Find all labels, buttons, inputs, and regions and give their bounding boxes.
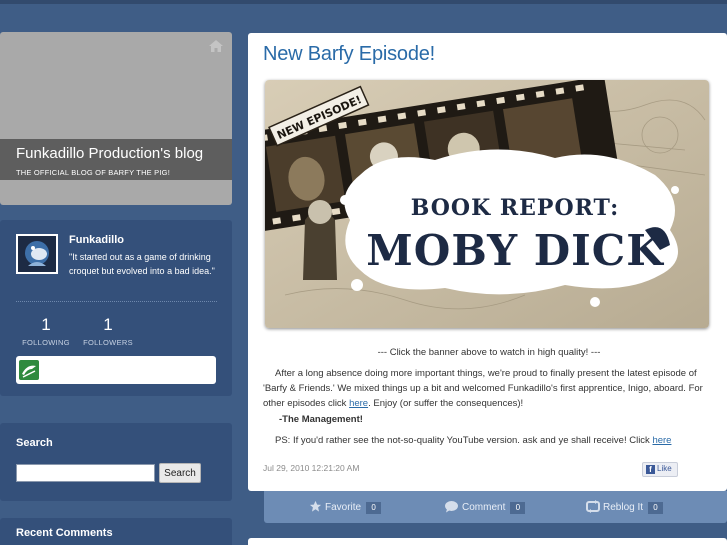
post-ps-text: PS: If you'd rather see the not-so-quali… bbox=[275, 435, 653, 446]
comment-button[interactable]: Comment 0 bbox=[444, 500, 526, 514]
youtube-link[interactable]: here bbox=[652, 435, 671, 446]
post-paragraph: After a long absence doing more importan… bbox=[263, 366, 715, 411]
facebook-like-button[interactable]: f Like bbox=[642, 462, 678, 477]
post-body: --- Click the banner above to watch in h… bbox=[263, 345, 715, 448]
home-icon[interactable] bbox=[208, 38, 224, 54]
post-signoff: -The Management! bbox=[279, 414, 363, 425]
followers-stat[interactable]: 1 FOLLOWERS bbox=[83, 315, 133, 347]
followers-count: 1 bbox=[103, 315, 113, 334]
blog-header: Funkadillo Production's blog THE OFFICIA… bbox=[0, 32, 232, 205]
favorite-count: 0 bbox=[366, 502, 382, 514]
episode-banner[interactable]: NEW EPISODE! BOOK REPORT: MOBY DICK bbox=[265, 80, 709, 328]
profile-name[interactable]: Funkadillo bbox=[69, 234, 124, 246]
blog-subtitle: THE OFFICIAL BLOG OF BARFY THE PIG! bbox=[16, 168, 170, 177]
banner-caption: --- Click the banner above to watch in h… bbox=[377, 347, 601, 358]
followers-label: FOLLOWERS bbox=[83, 338, 133, 347]
search-button[interactable]: Search bbox=[159, 463, 201, 483]
search-widget: Search Search bbox=[0, 423, 232, 501]
star-icon bbox=[309, 500, 322, 512]
top-bar bbox=[0, 0, 727, 4]
post-date[interactable]: Jul 29, 2010 12:21:20 AM bbox=[263, 463, 359, 473]
recent-comments-widget: Recent Comments bbox=[0, 518, 232, 545]
profile-divider bbox=[16, 301, 217, 302]
blog-title[interactable]: Funkadillo Production's blog bbox=[16, 145, 232, 163]
next-post-card bbox=[248, 538, 727, 545]
comment-count: 0 bbox=[510, 502, 526, 514]
facebook-icon: f bbox=[646, 465, 655, 474]
reblog-icon bbox=[586, 500, 600, 513]
post-paragraph-end: . Enjoy (or suffer the consequences)! bbox=[368, 398, 524, 409]
post-ps: PS: If you'd rather see the not-so-quali… bbox=[263, 433, 715, 448]
other-episodes-link[interactable]: here bbox=[349, 398, 368, 409]
recent-comments-title: Recent Comments bbox=[16, 527, 113, 539]
post-actions-bar: Favorite 0 Comment 0 Reblog It 0 bbox=[264, 491, 727, 523]
following-stat[interactable]: 1 FOLLOWING bbox=[21, 315, 71, 347]
avatar[interactable] bbox=[16, 234, 58, 274]
search-input[interactable] bbox=[16, 464, 155, 482]
banner-line1: BOOK REPORT: bbox=[411, 195, 619, 221]
search-title: Search bbox=[16, 437, 53, 449]
follow-plus-icon[interactable] bbox=[19, 360, 39, 380]
reblog-button[interactable]: Reblog It 0 bbox=[586, 500, 664, 514]
favorite-button[interactable]: Favorite 0 bbox=[309, 500, 382, 514]
banner-line2: MOBY DICK bbox=[366, 226, 664, 275]
follow-bar[interactable] bbox=[16, 356, 216, 384]
sidebar: Funkadillo Production's blog THE OFFICIA… bbox=[0, 32, 232, 545]
favorite-label: Favorite bbox=[325, 502, 362, 513]
comment-label: Comment bbox=[462, 502, 506, 513]
profile-quote: "It started out as a game of drinking cr… bbox=[69, 252, 215, 276]
following-label: FOLLOWING bbox=[22, 338, 70, 347]
blog-post: New Barfy Episode! NEW EPISODE! BOOK REP… bbox=[248, 33, 727, 491]
reblog-label: Reblog It bbox=[603, 502, 644, 513]
profile-widget: Funkadillo "It started out as a game of … bbox=[0, 220, 232, 396]
following-count: 1 bbox=[41, 315, 51, 334]
blog-title-band: Funkadillo Production's blog THE OFFICIA… bbox=[0, 139, 232, 180]
post-title[interactable]: New Barfy Episode! bbox=[263, 43, 435, 66]
like-label: Like bbox=[657, 464, 672, 473]
speech-bubble-icon bbox=[445, 501, 458, 513]
reblog-count: 0 bbox=[648, 502, 664, 514]
